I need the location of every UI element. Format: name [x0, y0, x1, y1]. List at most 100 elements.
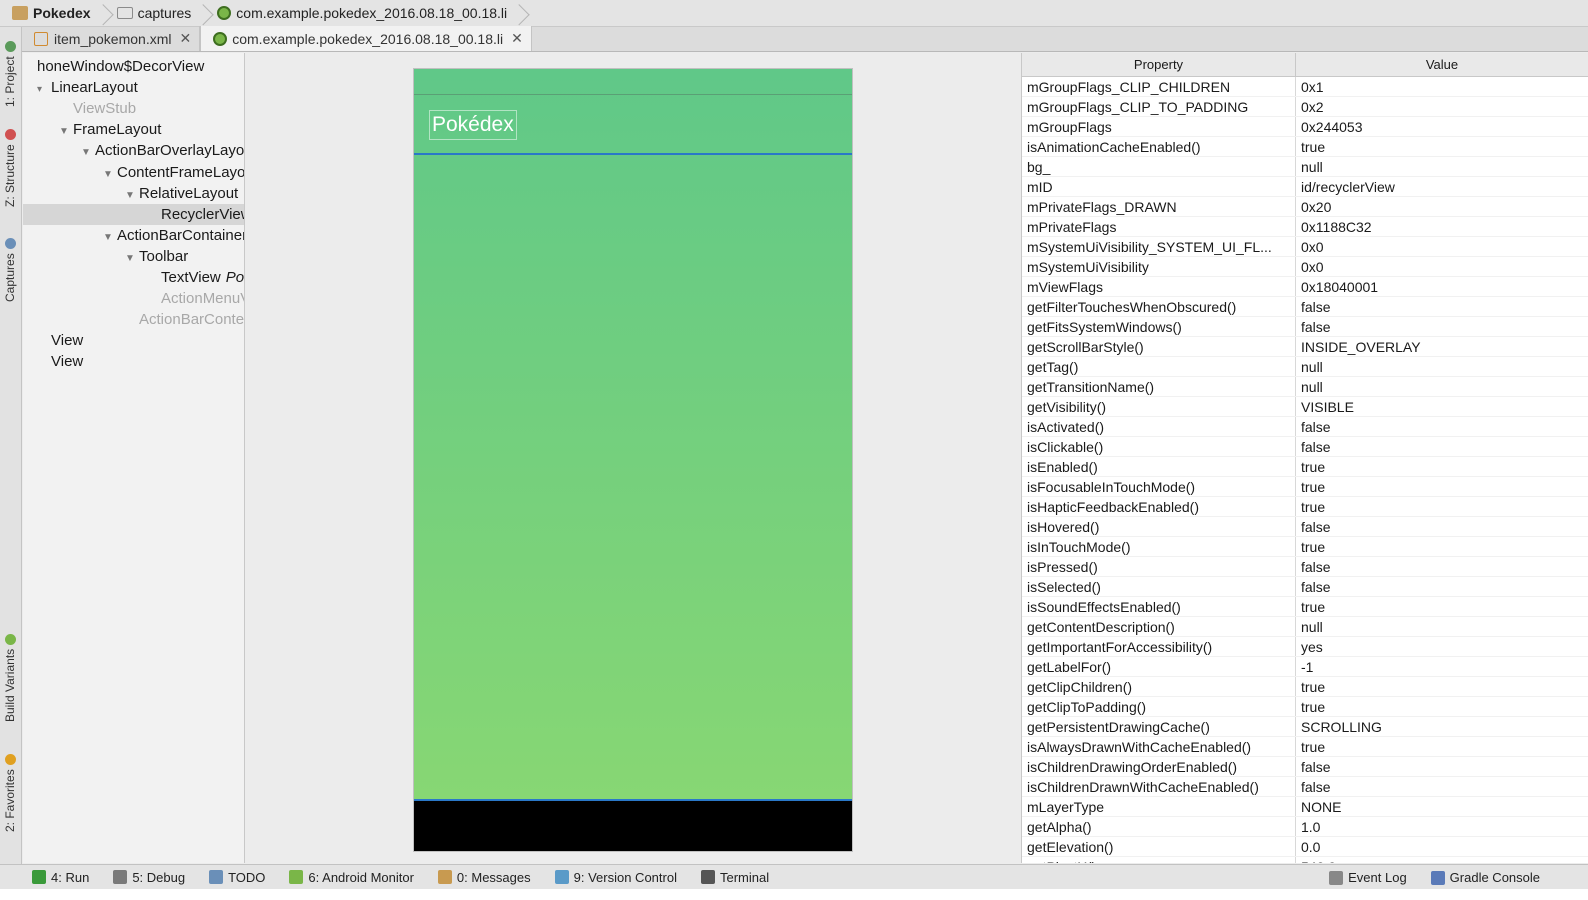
expand-arrow-icon[interactable]: ▼ [59, 121, 73, 142]
property-row[interactable]: mGroupFlags_CLIP_TO_PADDING 0x2 [1022, 97, 1588, 117]
tree-node-label: RecyclerView [161, 205, 245, 223]
tool-button-run[interactable]: 4: Run [32, 870, 89, 885]
breadcrumb-item-capture-file[interactable]: com.example.pokedex_2016.08.18_00.18.li [213, 0, 529, 27]
tree-node[interactable]: View [23, 351, 244, 372]
property-row[interactable]: mLayerType NONE [1022, 797, 1588, 817]
property-row[interactable]: isFocusableInTouchMode() true [1022, 477, 1588, 497]
tool-window-captures[interactable]: Captures [3, 238, 17, 302]
property-row[interactable]: bg_ null [1022, 157, 1588, 177]
property-row[interactable]: getFitsSystemWindows() false [1022, 317, 1588, 337]
property-row[interactable]: mPrivateFlags 0x1188C32 [1022, 217, 1588, 237]
tool-button-debug[interactable]: 5: Debug [113, 870, 185, 885]
property-row[interactable]: mViewFlags 0x18040001 [1022, 277, 1588, 297]
property-row[interactable]: isSelected() false [1022, 577, 1588, 597]
property-row[interactable]: mSystemUiVisibility 0x0 [1022, 257, 1588, 277]
tree-node-label: ActionBarContext [139, 311, 245, 329]
tool-window-build-variants[interactable]: Build Variants [3, 633, 17, 722]
tool-window-favorites[interactable]: 2: Favorites [3, 754, 17, 832]
close-icon[interactable]: ✕ [511, 30, 523, 47]
toolbar[interactable]: Pokédex [414, 95, 852, 155]
property-row[interactable]: isActivated() false [1022, 417, 1588, 437]
property-row[interactable]: getScrollBarStyle() INSIDE_OVERLAY [1022, 337, 1588, 357]
property-row[interactable]: isAnimationCacheEnabled() true [1022, 137, 1588, 157]
tool-window-structure[interactable]: Z: Structure [3, 129, 17, 207]
tool-button-android[interactable]: 6: Android Monitor [289, 870, 414, 885]
todo-icon [209, 870, 224, 884]
property-row[interactable]: isSoundEffectsEnabled() true [1022, 597, 1588, 617]
property-row[interactable]: isChildrenDrawnWithCacheEnabled() false [1022, 777, 1588, 797]
tree-node[interactable]: ▼ FrameLayout [23, 119, 244, 142]
property-row[interactable]: getImportantForAccessibility() yes [1022, 637, 1588, 657]
property-row[interactable]: mGroupFlags_CLIP_CHILDREN 0x1 [1022, 77, 1588, 97]
tool-button-gradle-console[interactable]: Gradle Console [1430, 870, 1540, 885]
property-row[interactable]: getTransitionName() null [1022, 377, 1588, 397]
tool-button-event-log[interactable]: Event Log [1329, 870, 1407, 885]
property-row[interactable]: isChildrenDrawingOrderEnabled() false [1022, 757, 1588, 777]
property-row[interactable]: isPressed() false [1022, 557, 1588, 577]
tree-node[interactable]: ▾ LinearLayout [23, 77, 244, 100]
value-column-header[interactable]: Value [1296, 53, 1588, 76]
tool-button-terminal[interactable]: Terminal [700, 870, 769, 885]
property-row[interactable]: isAlwaysDrawnWithCacheEnabled() true [1022, 737, 1588, 757]
property-row[interactable]: getAlpha() 1.0 [1022, 817, 1588, 837]
tree-node[interactable]: ViewStub [23, 98, 244, 119]
tool-button-version-control[interactable]: 9: Version Control [554, 870, 677, 885]
tree-node[interactable]: ActionMenuVi [23, 288, 244, 309]
property-row[interactable]: getClipToPadding() true [1022, 697, 1588, 717]
property-column-header[interactable]: Property [1022, 53, 1296, 76]
property-row[interactable]: getVisibility() VISIBLE [1022, 397, 1588, 417]
tab-capture-file[interactable]: com.example.pokedex_2016.08.18_00.18.li … [200, 26, 532, 51]
property-row[interactable]: isClickable() false [1022, 437, 1588, 457]
property-value: id/recyclerView [1301, 179, 1395, 195]
property-name: getClipChildren() [1022, 677, 1296, 696]
property-row[interactable]: getFilterTouchesWhenObscured() false [1022, 297, 1588, 317]
toolbar-title[interactable]: Pokédex [429, 110, 517, 140]
expand-arrow-icon[interactable]: ▼ [125, 185, 139, 206]
expand-arrow-icon[interactable]: ▾ [37, 79, 51, 100]
property-row[interactable]: mID id/recyclerView [1022, 177, 1588, 197]
breadcrumb-item-captures[interactable]: captures [113, 0, 214, 27]
breadcrumb-item-project[interactable]: Pokedex [8, 0, 113, 27]
tree-node[interactable]: View [23, 330, 244, 351]
property-row[interactable]: getElevation() 0.0 [1022, 837, 1588, 857]
device-screen[interactable]: Pokédex [413, 68, 853, 852]
property-name: isPressed() [1022, 557, 1296, 576]
tree-node[interactable]: TextViewPoké [23, 267, 244, 288]
tree-node[interactable]: ▼ RelativeLayout [23, 183, 244, 206]
property-row[interactable]: getContentDescription() null [1022, 617, 1588, 637]
property-row[interactable]: isHovered() false [1022, 517, 1588, 537]
tool-button-messages[interactable]: 0: Messages [437, 870, 531, 885]
tree-node[interactable]: ▼ ContentFrameLayout [23, 162, 244, 185]
property-row[interactable]: getLabelFor() -1 [1022, 657, 1588, 677]
status-bar[interactable] [414, 69, 852, 95]
property-row[interactable]: getPersistentDrawingCache() SCROLLING [1022, 717, 1588, 737]
property-row[interactable]: mSystemUiVisibility_SYSTEM_UI_FL... 0x0 [1022, 237, 1588, 257]
navigation-bar[interactable] [414, 801, 852, 851]
expand-arrow-icon[interactable]: ▼ [103, 164, 117, 185]
property-row[interactable]: getPivotX()540.0 [1022, 857, 1588, 863]
close-icon[interactable]: ✕ [180, 30, 192, 47]
property-row[interactable]: mGroupFlags 0x244053 [1022, 117, 1588, 137]
property-row[interactable]: isInTouchMode() true [1022, 537, 1588, 557]
tree-node[interactable]: ▼ ActionBarContainer [23, 225, 244, 248]
tree-node[interactable]: honeWindow$DecorView [23, 56, 244, 77]
tool-button-label: TODO [228, 869, 266, 885]
tool-button-todo[interactable]: TODO [209, 870, 265, 885]
property-row[interactable]: getClipChildren() true [1022, 677, 1588, 697]
tree-node[interactable]: ActionBarContext [23, 309, 245, 330]
tab-item-pokemon-xml[interactable]: item_pokemon.xml ✕ [22, 26, 201, 51]
expand-arrow-icon[interactable]: ▼ [103, 227, 117, 248]
tree-node[interactable]: RecyclerView [23, 203, 245, 225]
property-row[interactable]: getTag() null [1022, 357, 1588, 377]
property-row[interactable]: mPrivateFlags_DRAWN 0x20 [1022, 197, 1588, 217]
breadcrumb-separator [513, 0, 523, 27]
property-row[interactable]: isHapticFeedbackEnabled() true [1022, 497, 1588, 517]
left-tool-strip: 1: Project Z: Structure Captures Build V… [0, 27, 22, 865]
property-row[interactable]: isEnabled() true [1022, 457, 1588, 477]
tree-node[interactable]: ▼ Toolbar [23, 246, 244, 269]
recycler-view-highlight[interactable] [414, 155, 852, 801]
expand-arrow-icon[interactable]: ▼ [81, 142, 95, 163]
tree-node[interactable]: ▼ ActionBarOverlayLayout [23, 140, 244, 163]
tool-window-project[interactable]: 1: Project [3, 41, 17, 107]
expand-arrow-icon[interactable]: ▼ [125, 248, 139, 269]
